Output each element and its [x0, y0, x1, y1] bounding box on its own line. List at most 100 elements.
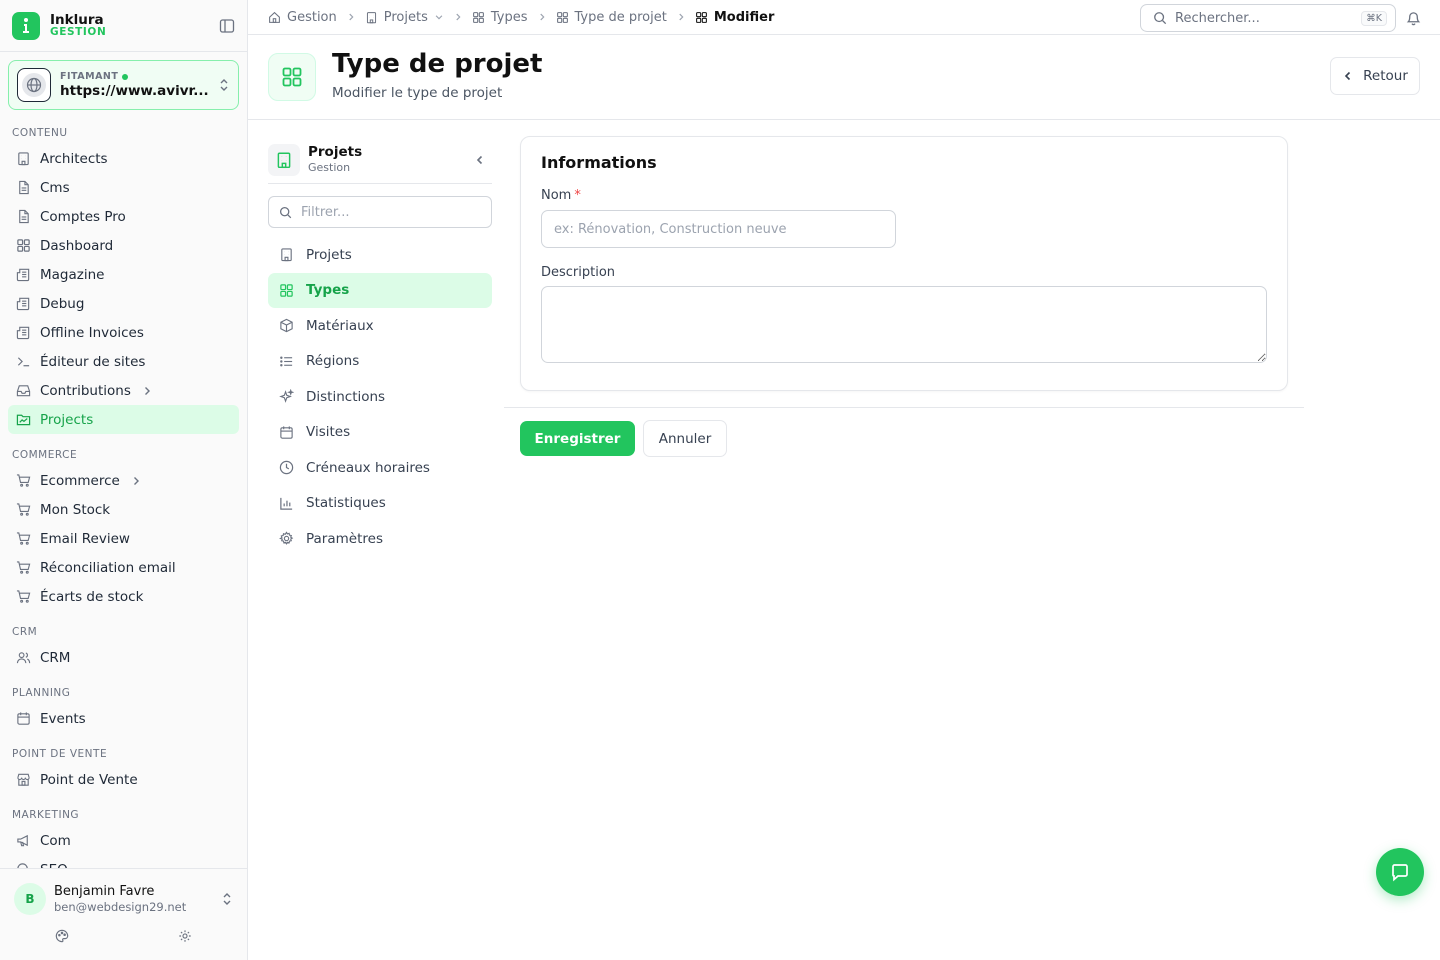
nom-input[interactable]	[541, 210, 896, 248]
sidebar-item-seo[interactable]: SEO	[8, 855, 239, 868]
section-nav-item-statistiques[interactable]: Statistiques	[268, 486, 492, 522]
sidebar-item-label: Mon Stock	[40, 501, 111, 518]
building-icon	[279, 247, 294, 262]
cart-icon	[16, 473, 31, 488]
chevron-right-icon	[141, 385, 153, 397]
newspaper-icon	[16, 267, 31, 282]
file-icon	[16, 209, 31, 224]
save-button[interactable]: Enregistrer	[520, 421, 635, 456]
sidebar-item-dashboard[interactable]: Dashboard	[8, 231, 239, 260]
sidebar-item-point-de-vente[interactable]: Point de Vente	[8, 765, 239, 794]
section-nav-item-label: Types	[306, 282, 350, 299]
breadcrumb-modifier: Modifier	[695, 10, 774, 25]
sidebar-item-ecommerce[interactable]: Ecommerce	[8, 466, 239, 495]
palette-icon[interactable]	[55, 929, 69, 943]
section-nav-item-creneaux-horaires[interactable]: Créneaux horaires	[268, 450, 492, 486]
section-nav-item-projets[interactable]: Projets	[268, 237, 492, 273]
breadcrumb-type-de-projet[interactable]: Type de projet	[556, 10, 667, 25]
chevron-down-icon[interactable]	[434, 12, 444, 22]
sidebar-item-contributions[interactable]: Contributions	[8, 376, 239, 405]
section-label-marketing: MARKETING	[12, 809, 80, 821]
sidebar-toggle-icon[interactable]	[219, 18, 235, 34]
chat-button[interactable]	[1376, 848, 1424, 896]
sidebar-item-mon-stock[interactable]: Mon Stock	[8, 495, 239, 524]
chevron-left-icon[interactable]	[474, 154, 486, 166]
sidebar-item-offline-invoices[interactable]: Offline Invoices	[8, 318, 239, 347]
cart-icon	[16, 560, 31, 575]
filter-field[interactable]	[268, 196, 492, 228]
sidebar-item-label: Email Review	[40, 530, 130, 547]
chevron-right-icon	[346, 12, 356, 22]
gear-icon[interactable]	[178, 929, 192, 943]
section-nav-item-distinctions[interactable]: Distinctions	[268, 379, 492, 415]
brand-name: Inklura	[50, 11, 104, 28]
sidebar-item-comptes-pro[interactable]: Comptes Pro	[8, 202, 239, 231]
breadcrumb-types[interactable]: Types	[472, 10, 528, 25]
sidebar-item-events[interactable]: Events	[8, 704, 239, 733]
section-nav: Projets Gestion Projets Types Matériaux Rég…	[268, 136, 492, 557]
sidebar-item-label: Contributions	[40, 382, 131, 399]
grid-icon	[472, 11, 485, 24]
search-icon	[1153, 11, 1167, 25]
section-nav-item-label: Créneaux horaires	[306, 459, 430, 476]
search-icon	[279, 206, 292, 219]
sidebar-item-cms[interactable]: Cms	[8, 173, 239, 202]
sidebar-item-magazine[interactable]: Magazine	[8, 260, 239, 289]
cancel-button[interactable]: Annuler	[643, 420, 727, 457]
sidebar-item-debug[interactable]: Debug	[8, 289, 239, 318]
users-icon	[16, 650, 31, 665]
brand: Inklura GESTION	[0, 0, 247, 52]
grid-icon	[268, 53, 316, 101]
sidebar-item-com[interactable]: Com	[8, 826, 239, 855]
avatar: B	[14, 883, 46, 915]
site-switcher[interactable]: FITAMANT https://www.avivr...	[8, 60, 239, 110]
cart-icon	[16, 531, 31, 546]
filter-input[interactable]	[301, 204, 481, 220]
section-label-planning: PLANNING	[12, 687, 71, 699]
section-nav-subtitle: Gestion	[308, 161, 351, 175]
section-nav-item-types[interactable]: Types	[268, 272, 492, 308]
grid-icon	[279, 283, 294, 298]
sidebar-item-crm[interactable]: CRM	[8, 643, 239, 672]
chart-icon	[279, 496, 294, 511]
sidebar-item-label: Comptes Pro	[40, 208, 126, 225]
sidebar-item-editeur-de-sites[interactable]: Éditeur de sites	[8, 347, 239, 376]
bell-icon[interactable]	[1406, 10, 1421, 26]
description-textarea[interactable]	[541, 286, 1267, 363]
card-title: Informations	[541, 153, 657, 172]
box-icon	[279, 318, 294, 333]
brand-logo[interactable]	[12, 11, 40, 40]
global-search[interactable]: ⌘K	[1140, 4, 1396, 32]
sidebar-item-email-review[interactable]: Email Review	[8, 524, 239, 553]
chat-icon	[1390, 862, 1410, 882]
breadcrumb-projets[interactable]: Projets	[365, 10, 444, 25]
section-nav-list: Projets Types Matériaux Régions Distinctions…	[268, 237, 492, 557]
sidebar-item-label: CRM	[40, 649, 71, 666]
search-input[interactable]	[1175, 10, 1362, 26]
breadcrumb-gestion[interactable]: Gestion	[268, 10, 337, 25]
sidebar-item-ecarts-de-stock[interactable]: Écarts de stock	[8, 582, 239, 611]
breadcrumb-label: Types	[490, 9, 528, 25]
terminal-icon	[16, 354, 31, 369]
breadcrumb: Gestion Projets Types Type de projet Modifie…	[268, 10, 774, 25]
section-nav-item-materiaux[interactable]: Matériaux	[268, 308, 492, 344]
section-nav-item-label: Visites	[306, 424, 351, 441]
divider	[504, 407, 1304, 408]
section-nav-item-parametres[interactable]: Paramètres	[268, 521, 492, 557]
store-icon	[16, 772, 31, 787]
status-dot	[122, 73, 129, 80]
section-nav-item-visites[interactable]: Visites	[268, 415, 492, 451]
sidebar-item-architects[interactable]: Architects	[8, 144, 239, 173]
user-menu[interactable]: B Benjamin Favre ben@webdesign29.net	[0, 869, 247, 915]
brand-sub: GESTION	[50, 26, 107, 39]
sidebar-item-projects[interactable]: Projects	[8, 405, 239, 434]
section-label-crm: CRM	[12, 626, 38, 638]
chevron-right-icon	[537, 12, 547, 22]
sidebar-item-reconciliation-email[interactable]: Réconciliation email	[8, 553, 239, 582]
section-nav-item-regions[interactable]: Régions	[268, 344, 492, 380]
back-button[interactable]: Retour	[1330, 57, 1420, 95]
page-subtitle: Modifier le type de projet	[332, 85, 503, 101]
sidebar-nav[interactable]: CONTENU Architects Cms Comptes Pro Dashboard…	[0, 116, 247, 868]
breadcrumb-label: Projets	[383, 9, 428, 25]
section-nav-item-label: Statistiques	[306, 495, 386, 512]
